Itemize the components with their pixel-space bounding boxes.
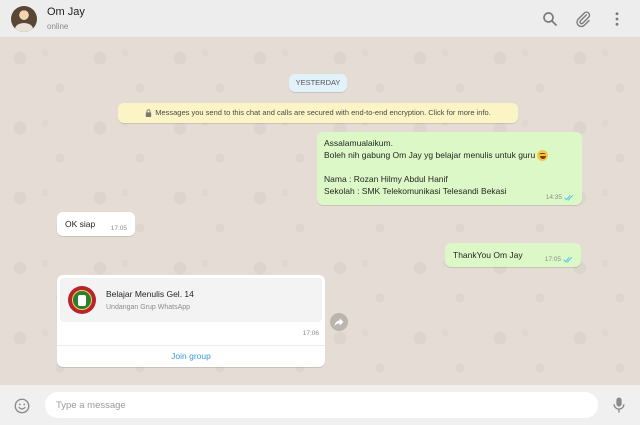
- group-name: Belajar Menulis Gel. 14: [106, 289, 194, 299]
- message-time: 17:06: [302, 330, 319, 337]
- contact-avatar[interactable]: [11, 6, 37, 32]
- message-bubble-incoming[interactable]: OK siap 17:05: [57, 212, 135, 236]
- group-invite-message: Belajar Menulis Gel. 14 Undangan Grup Wh…: [57, 275, 325, 367]
- read-ticks-icon: [563, 256, 573, 263]
- divider: [57, 345, 325, 346]
- join-group-button[interactable]: Join group: [57, 347, 325, 365]
- attach-icon[interactable]: [574, 10, 592, 28]
- compose-bar: [0, 385, 640, 425]
- message-meta: 17:06: [303, 330, 319, 337]
- message-list[interactable]: YESTERDAY Messages you send to this chat…: [0, 38, 640, 385]
- message-line: Assalamualaikum.: [324, 138, 393, 148]
- message-bubble-outgoing[interactable]: Assalamualaikum. Boleh nih gabung Om Jay…: [317, 132, 582, 205]
- message-line: Sekolah : SMK Telekomunikasi Telesandi B…: [324, 186, 507, 197]
- message-bubble-outgoing[interactable]: ThankYou Om Jay 17:05: [445, 243, 581, 267]
- group-logo: [68, 286, 96, 314]
- message-time: 17:05: [544, 256, 561, 263]
- message-time: 14:35: [545, 194, 562, 201]
- group-invite-subtitle: Undangan Grup WhatsApp: [106, 304, 191, 311]
- message-meta: 17:05: [545, 256, 573, 263]
- group-invite-card[interactable]: Belajar Menulis Gel. 14 Undangan Grup Wh…: [60, 278, 322, 322]
- encryption-text: Messages you send to this chat and calls…: [155, 108, 491, 117]
- message-meta: 14:35: [546, 194, 574, 201]
- message-text: Assalamualaikum. Boleh nih gabung Om Jay…: [324, 137, 575, 197]
- message-time: 17:05: [110, 225, 127, 232]
- contact-status: online: [47, 22, 69, 31]
- emoji-icon[interactable]: [13, 397, 31, 415]
- grinning-emoji-icon: [537, 150, 549, 162]
- encryption-notice[interactable]: Messages you send to this chat and calls…: [118, 103, 518, 123]
- search-icon[interactable]: [541, 10, 559, 28]
- microphone-icon[interactable]: [611, 396, 627, 414]
- chat-header: Om Jay online: [0, 0, 640, 38]
- message-text: OK siap: [65, 219, 96, 229]
- message-input[interactable]: [45, 392, 598, 418]
- message-line: Nama : Rozan Hilmy Abdul Hanif: [324, 174, 448, 185]
- read-ticks-icon: [564, 194, 574, 201]
- message-line: [324, 161, 575, 173]
- contact-name[interactable]: Om Jay: [47, 6, 85, 18]
- forward-button[interactable]: [330, 313, 348, 331]
- forward-icon: [334, 318, 344, 327]
- message-line: Boleh nih gabung Om Jay yg belajar menul…: [324, 149, 575, 162]
- menu-icon[interactable]: [608, 10, 626, 28]
- message-text: ThankYou Om Jay: [453, 250, 523, 260]
- lock-icon: [146, 109, 152, 118]
- date-chip: YESTERDAY: [289, 74, 347, 92]
- message-meta: 17:05: [111, 225, 127, 232]
- message-line-text: Boleh nih gabung Om Jay yg belajar menul…: [324, 150, 536, 160]
